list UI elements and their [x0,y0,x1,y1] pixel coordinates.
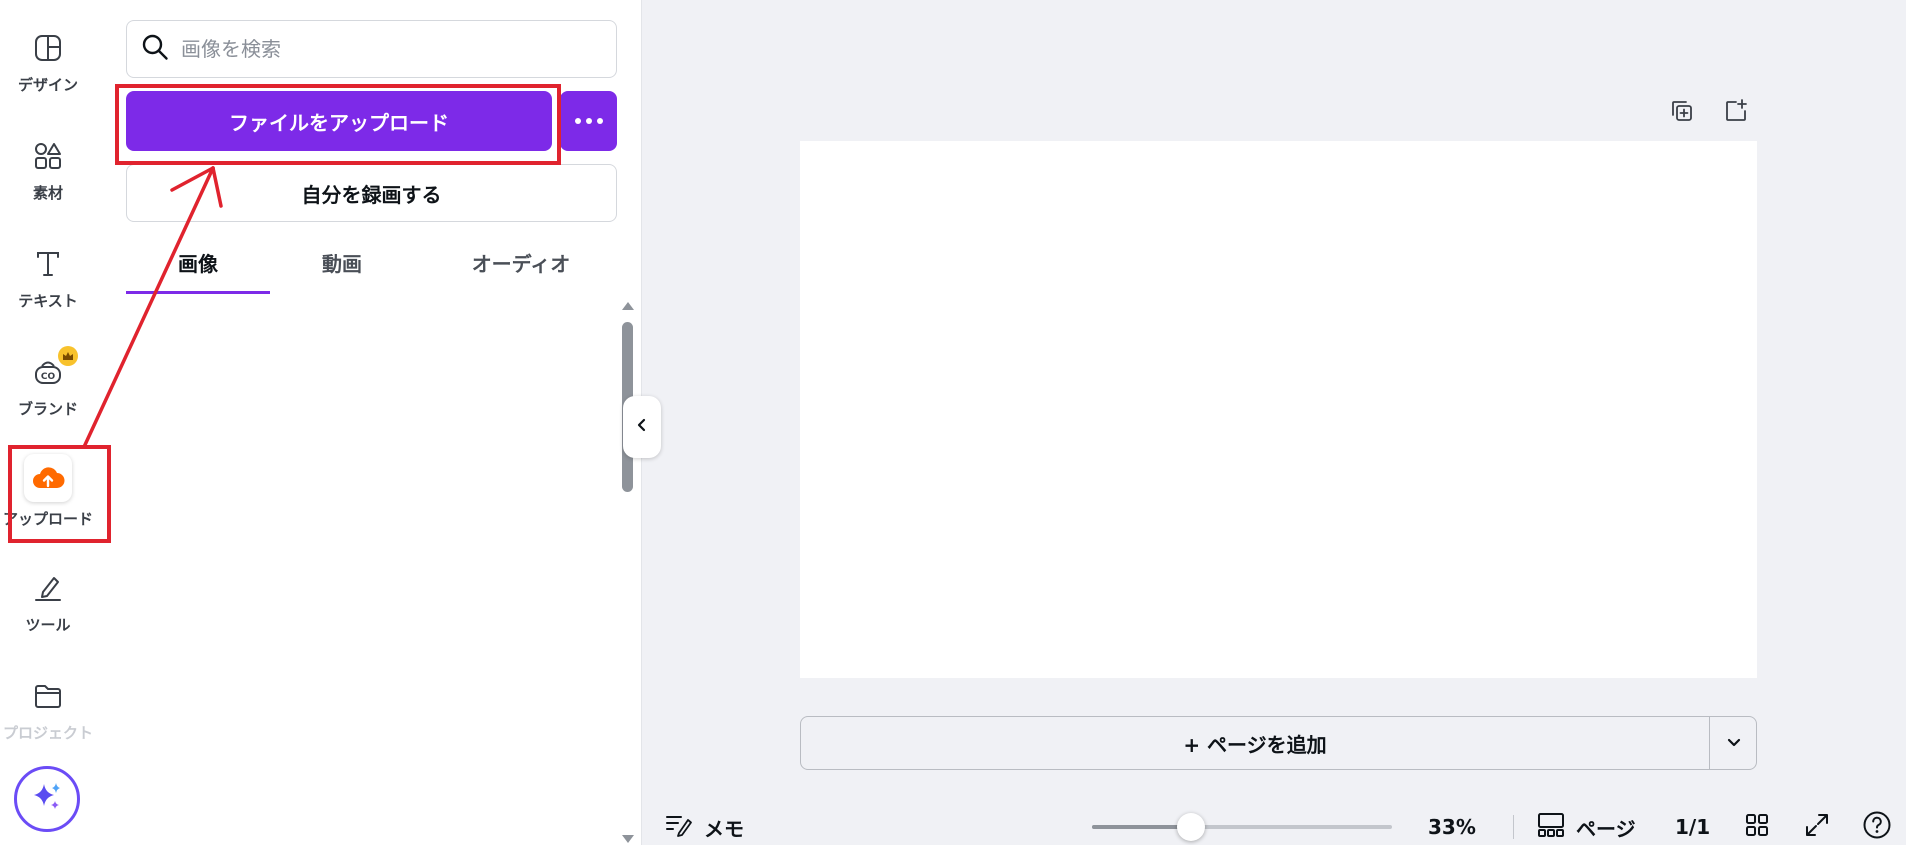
add-page-dropdown[interactable] [1709,717,1757,769]
folder-icon [28,676,68,716]
duplicate-icon [1669,98,1695,128]
tab-images[interactable]: 画像 [126,248,270,294]
rail-item-design[interactable]: デザイン [0,28,96,128]
rail-item-uploads[interactable]: アップロード [0,454,96,554]
svg-text:CO: CO [41,372,56,382]
sparkle-icon [30,780,64,818]
crown-icon [58,346,78,366]
record-yourself-button[interactable]: 自分を録画する [126,164,617,222]
upload-files-button[interactable]: ファイルをアップロード [126,91,552,151]
collapse-panel-button[interactable] [623,396,661,458]
rail-item-projects[interactable]: プロジェクト [0,676,96,776]
rail-label-projects: プロジェクト [2,724,93,742]
panel-scrollbar[interactable] [620,300,634,845]
fullscreen-button[interactable] [1804,812,1830,842]
brand-icon: CO [28,346,78,392]
rail-label-design: デザイン [17,76,78,94]
text-icon [28,244,68,284]
rail-label-tools: ツール [25,616,71,634]
pen-tool-icon [28,568,68,608]
tab-videos[interactable]: 動画 [270,248,414,294]
rail-item-tools[interactable]: ツール [0,568,96,668]
layout-icon [28,28,68,68]
page-count: 1/1 [1675,815,1711,839]
duplicate-page-button[interactable] [1667,98,1697,128]
rail-item-text[interactable]: テキスト [0,244,96,344]
search-input[interactable] [181,37,581,61]
add-page-button[interactable]: + ページを追加 [801,717,1709,769]
notes-button[interactable]: メモ [664,812,744,842]
rail-label-text: テキスト [18,292,78,310]
uploads-panel: ファイルをアップロード 自分を録画する 画像 動画 オーディオ [96,0,642,845]
rail-label-uploads: アップロード [2,510,93,528]
expand-icon [1804,812,1830,843]
design-page-canvas[interactable] [800,141,1757,678]
help-icon [1862,810,1892,845]
add-page-icon [1723,98,1749,128]
tab-label: 画像 [178,252,218,276]
zoom-slider-knob[interactable] [1177,813,1205,841]
grid-view-button[interactable] [1744,812,1770,842]
pages-label: ページ [1576,816,1636,841]
pages-button[interactable]: ページ [1536,812,1636,842]
help-button[interactable] [1862,810,1892,845]
tab-label: オーディオ [471,252,571,276]
more-options-button[interactable] [560,91,617,151]
rail-label-elements: 素材 [32,184,63,202]
zoom-value: 33% [1428,815,1476,839]
scroll-up-arrow[interactable] [622,302,634,310]
rail-item-elements[interactable]: 素材 [0,136,96,236]
notes-icon [664,812,694,843]
add-page-icon-button[interactable] [1721,98,1751,128]
chevron-left-icon [635,417,649,437]
search-box[interactable] [126,20,617,78]
chevron-down-icon [1726,734,1742,753]
tab-label: 動画 [322,252,362,276]
cloud-upload-icon [24,454,72,502]
add-page-bar: + ページを追加 [800,716,1757,770]
rail-label-brand: ブランド [17,400,78,418]
rail-item-brand[interactable]: CO ブランド [0,346,96,452]
shapes-icon [28,136,68,176]
left-sidebar: デザイン 素材 テキスト CO ブランド アップロード ツール プロジェクト [0,0,96,845]
grid-icon [1744,812,1770,843]
divider [1513,815,1514,839]
magic-assistant-button[interactable] [14,766,80,832]
search-icon [141,33,169,65]
more-dots-icon [574,118,603,124]
notes-label: メモ [704,816,744,841]
pages-icon [1536,811,1566,844]
tab-audio[interactable]: オーディオ [426,248,616,294]
zoom-slider[interactable] [1092,813,1392,841]
zoom-percentage[interactable]: 33% [1428,812,1476,842]
page-counter: 1/1 [1675,812,1710,842]
scroll-down-arrow[interactable] [622,835,634,843]
